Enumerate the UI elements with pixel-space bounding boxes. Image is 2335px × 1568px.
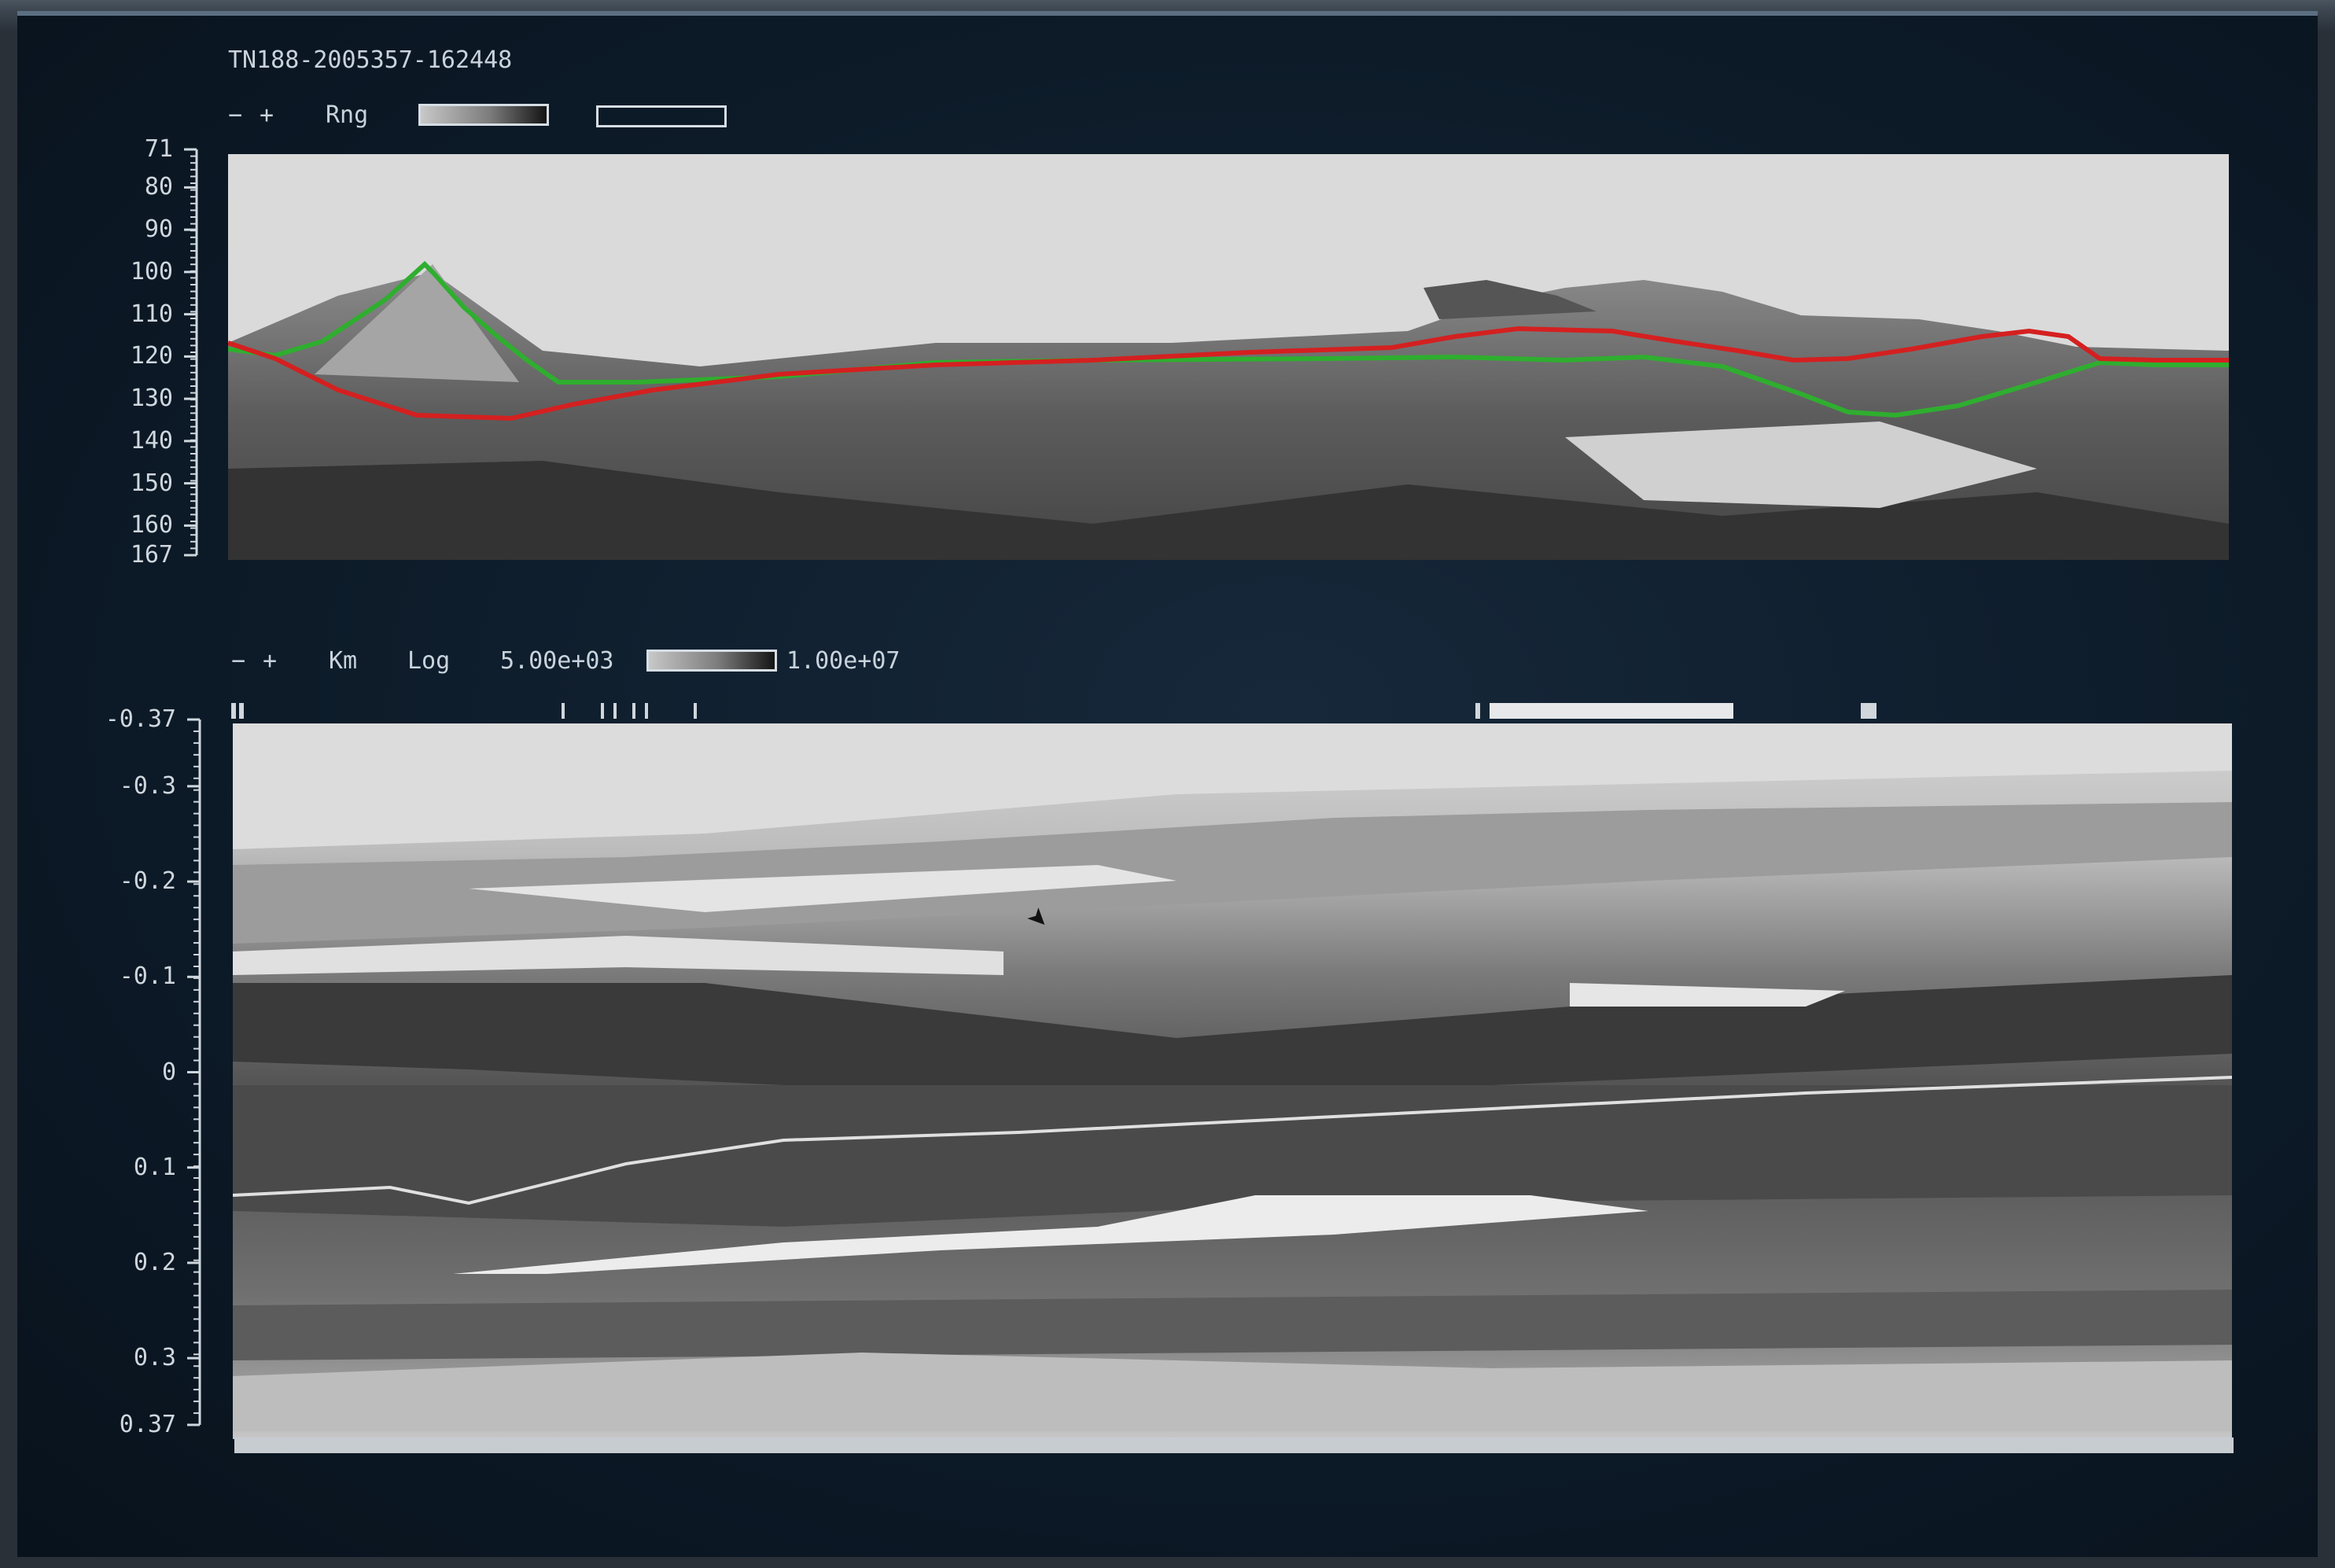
bottom-tick-label: -0.2 <box>119 867 176 896</box>
bottom-tick-label: 0.3 <box>133 1344 176 1372</box>
top-zoom-out-button[interactable]: − <box>228 104 242 127</box>
scale-mode-label: Log <box>407 647 451 675</box>
top-range-box[interactable] <box>596 105 727 127</box>
bottom-tick-label: 0.2 <box>133 1248 176 1276</box>
bottom-zoom-in-button[interactable]: + <box>263 650 277 673</box>
unit-label: Km <box>329 647 358 675</box>
bottom-tick-label: 0 <box>161 1058 176 1086</box>
bottom-colorbar[interactable] <box>646 650 777 672</box>
bottom-echogram-image <box>233 723 2232 1439</box>
bottom-tick-label: -0.37 <box>105 705 176 733</box>
top-range-profile-panel[interactable] <box>228 154 2229 560</box>
marker-strip <box>231 703 1876 719</box>
display-screen: TN188-2005357-162448 − + Rng 71 80 90 100 11… <box>17 11 2318 1557</box>
bottom-scrollbar[interactable] <box>234 1437 2234 1453</box>
scale-min-value: 5.00e+03 <box>500 647 614 675</box>
bottom-tick-label: 0.37 <box>119 1411 176 1438</box>
top-zoom-in-button[interactable]: + <box>260 104 274 127</box>
bottom-tick-label: -0.3 <box>119 771 176 800</box>
scale-max-value: 1.00e+07 <box>786 647 900 675</box>
bottom-echogram-panel[interactable]: ➤ <box>233 723 2232 1439</box>
bottom-tick-label: -0.1 <box>119 963 176 991</box>
top-profile-image <box>228 154 2229 560</box>
bottom-zoom-out-button[interactable]: − <box>231 650 245 673</box>
file-title: TN188-2005357-162448 <box>228 46 513 74</box>
monitor-frame: TN188-2005357-162448 − + Rng 71 80 90 100 11… <box>0 0 2335 1568</box>
bottom-tick-label: 0.1 <box>133 1153 176 1181</box>
top-colorbar[interactable] <box>418 104 549 126</box>
range-mode-label: Rng <box>326 101 369 129</box>
